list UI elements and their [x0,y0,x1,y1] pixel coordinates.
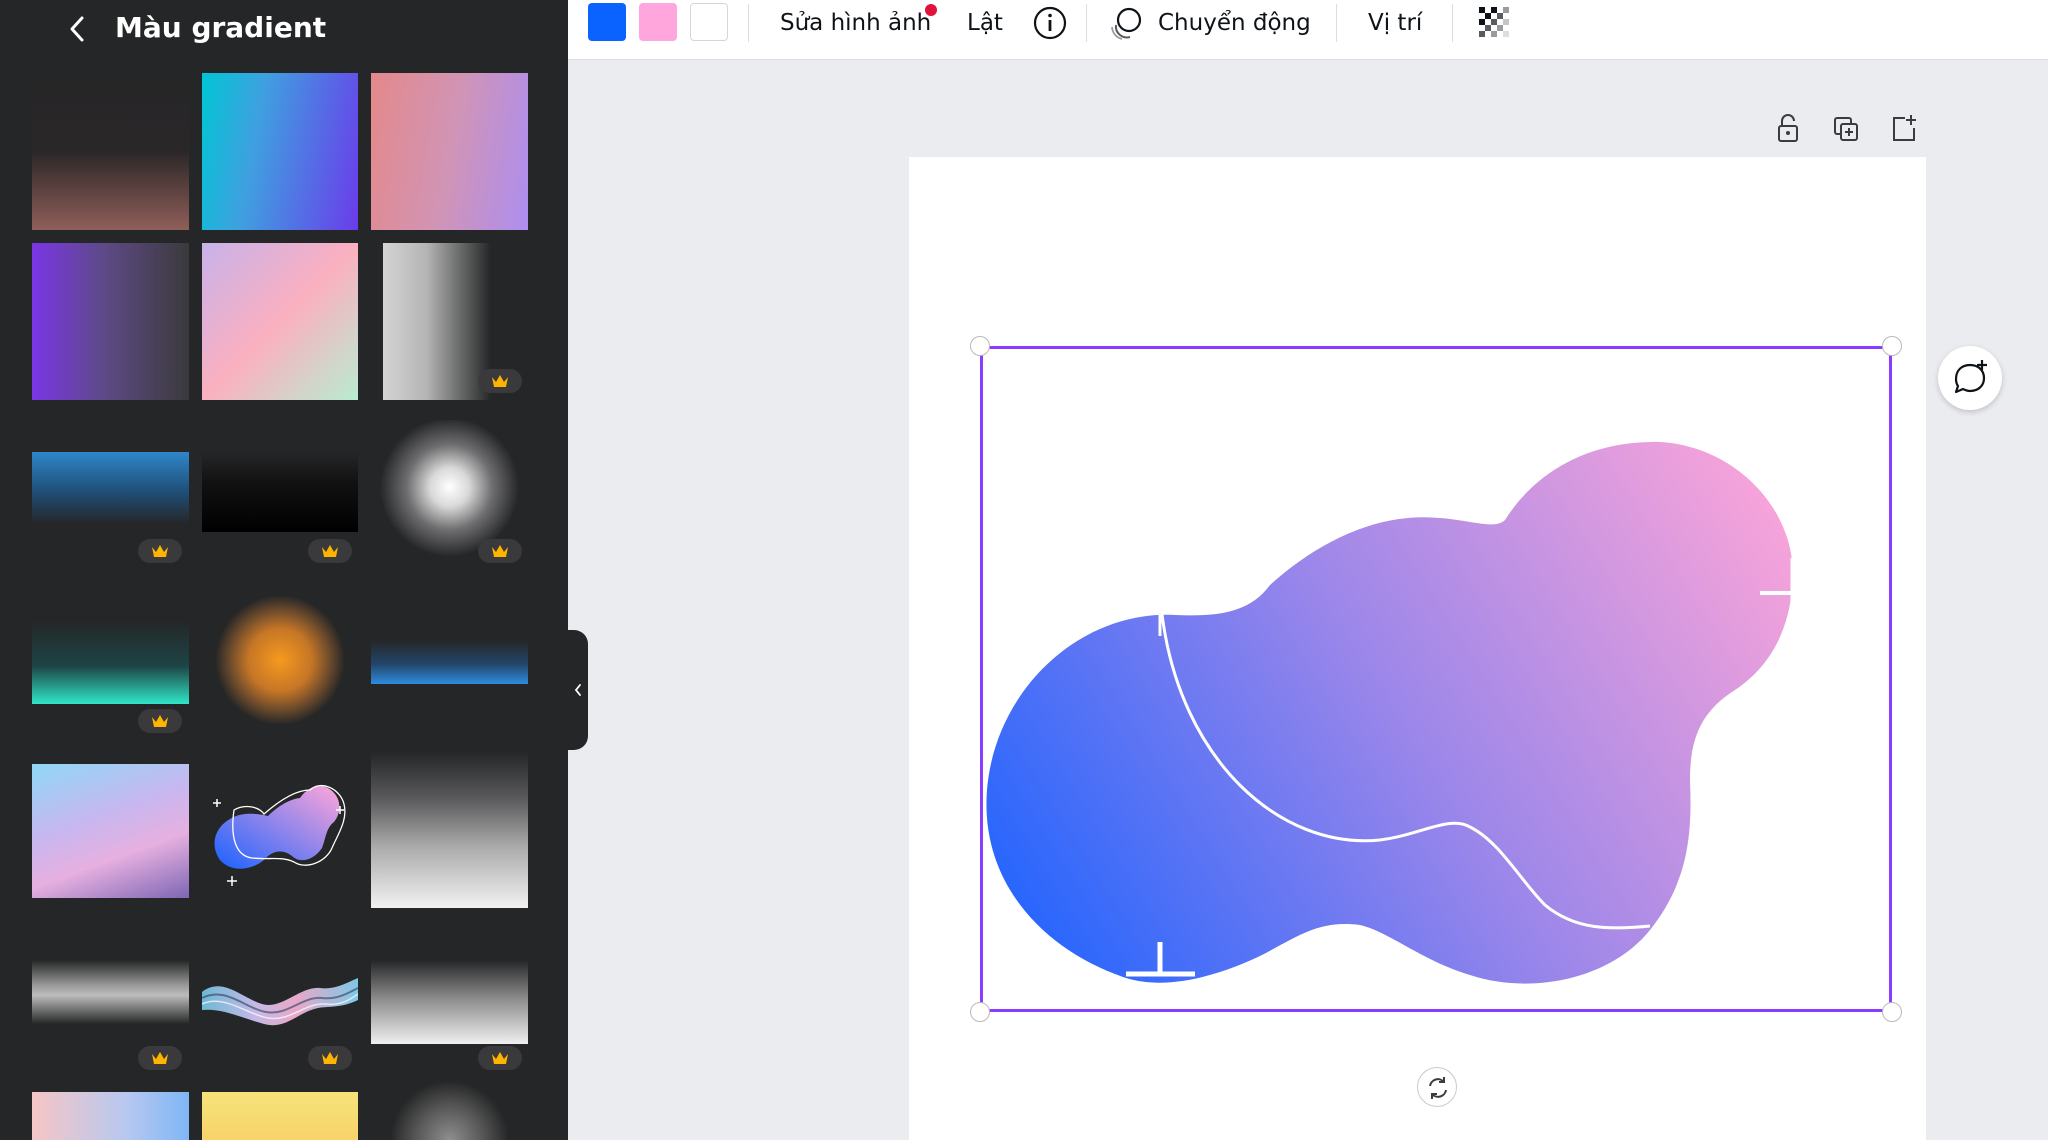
resize-handle-top-right[interactable] [1882,336,1902,356]
premium-badge [478,539,522,563]
crown-icon [322,1052,338,1064]
resize-handle-top-left[interactable] [970,336,990,356]
iridescent-wave-graphic [202,978,358,1026]
collapse-panel-handle[interactable] [568,630,588,750]
notification-dot [925,4,937,16]
gradient-tile[interactable] [202,452,358,532]
flip-button[interactable]: Lật [967,4,1003,42]
gradient-tile[interactable] [371,73,528,230]
animate-icon [1111,7,1142,40]
chevron-left-icon [574,684,581,696]
toolbar-divider [1336,4,1337,42]
add-comment-button[interactable] [1938,346,2002,410]
gradient-tile[interactable] [32,452,189,524]
back-button[interactable] [62,12,94,46]
gradient-tile[interactable] [383,243,491,400]
premium-badge [138,709,182,733]
color-swatch-pink[interactable] [639,3,677,41]
gradient-tile[interactable] [32,73,189,230]
gradient-blob-thumbnail [213,785,346,886]
gradient-tile[interactable] [202,1092,358,1140]
crown-icon [492,545,508,557]
duplicate-page-icon[interactable] [1831,112,1861,144]
gradient-tile[interactable] [32,764,189,898]
gradient-tile[interactable] [32,243,189,400]
toolbar-divider [1452,4,1453,42]
add-comment-icon [1954,360,1987,394]
crown-icon [152,545,168,557]
rotate-icon [1429,1077,1447,1099]
premium-badge [138,1046,182,1070]
gradient-tile[interactable] [371,960,528,1044]
gradient-tile[interactable] [202,243,358,400]
info-button[interactable] [1032,5,1068,41]
panel-header: Màu gradient [0,0,568,58]
crown-icon [322,545,338,557]
rotate-button[interactable] [1417,1067,1457,1107]
animate-label: Chuyển động [1158,10,1311,36]
gradient-tile[interactable] [371,752,528,908]
edit-image-button[interactable]: Sửa hình ảnh [780,4,931,42]
premium-badge [478,1046,522,1070]
premium-badge [478,369,522,393]
panel-title: Màu gradient [115,11,327,44]
crown-icon [152,715,168,727]
gradient-panel: Màu gradient [0,0,568,1140]
gradient-tile[interactable] [371,1080,528,1140]
crown-icon [152,1052,168,1064]
crown-icon [492,1052,508,1064]
premium-badge [308,1046,352,1070]
editor-toolbar: Sửa hình ảnh Lật Chuyển động Vị trí [568,0,2048,60]
gradient-blob-tile[interactable] [202,764,358,898]
gradient-tile[interactable] [32,1092,189,1140]
toolbar-divider [1086,4,1087,42]
transparency-icon [1479,7,1509,37]
gradient-tile[interactable] [32,960,189,1024]
gradient-tile[interactable] [202,73,358,230]
toolbar-divider [748,4,749,42]
crown-icon [492,375,508,387]
gradient-tile[interactable] [32,620,189,704]
add-page-icon[interactable] [1889,112,1919,144]
gradient-wave-tile[interactable] [202,968,358,1032]
color-swatch-blue[interactable] [588,3,626,41]
selection-frame [980,346,1892,1012]
position-button[interactable]: Vị trí [1368,4,1422,42]
chevron-left-icon [70,16,84,42]
gradient-tile[interactable] [371,640,528,684]
premium-badge [308,539,352,563]
resize-handle-bottom-right[interactable] [1882,1002,1902,1022]
transparency-button[interactable] [1476,4,1512,40]
resize-handle-bottom-left[interactable] [970,1002,990,1022]
lock-icon[interactable] [1773,112,1803,144]
color-swatch-white[interactable] [690,3,728,41]
gradient-tile[interactable] [202,590,358,730]
premium-badge [138,539,182,563]
info-icon [1033,6,1067,40]
